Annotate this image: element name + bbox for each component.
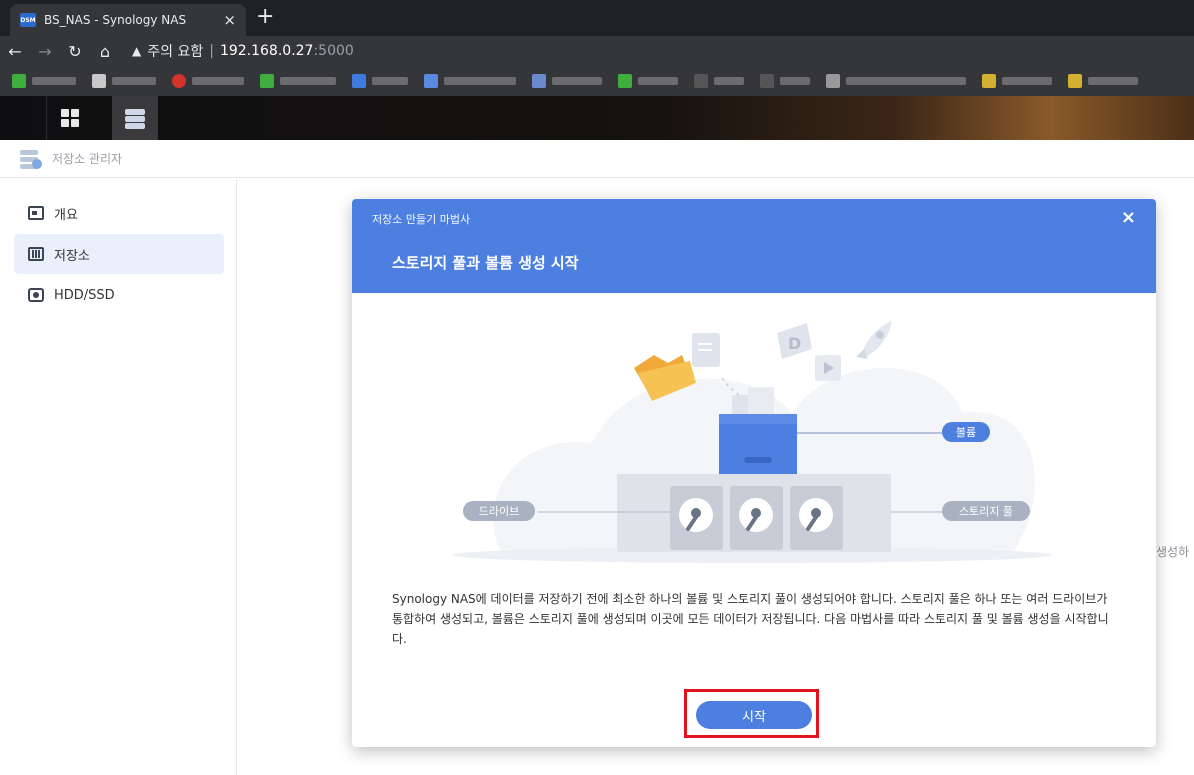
storage-manager-icon <box>18 148 44 170</box>
sidebar-item-label: 개요 <box>54 207 78 223</box>
dsm-taskbar <box>0 96 1194 140</box>
forward-arrow-icon[interactable]: → <box>30 42 60 61</box>
bookmark-item[interactable] <box>1068 74 1138 88</box>
main-menu-button[interactable] <box>46 96 92 140</box>
bookmarks-bar <box>0 66 1194 96</box>
warning-icon[interactable]: ▲ <box>132 44 141 58</box>
bookmark-item[interactable] <box>12 74 76 88</box>
rocket-icon <box>856 321 892 359</box>
url-port[interactable]: :5000 <box>313 43 353 59</box>
tab-close-icon[interactable]: × <box>223 12 236 28</box>
bookmark-item[interactable] <box>982 74 1052 88</box>
storage-icon <box>28 247 44 261</box>
bookmark-item[interactable] <box>260 74 336 88</box>
browser-tab[interactable]: DSM BS_NAS - Synology NAS × <box>10 4 246 36</box>
browser-tab-bar: DSM BS_NAS - Synology NAS × + <box>0 0 1194 36</box>
dsm-favicon-icon: DSM <box>20 13 36 27</box>
url-separator: | <box>209 43 214 59</box>
sidebar-item-label: 저장소 <box>54 248 90 264</box>
step-title: 스토리지 풀과 볼륨 생성 시작 <box>392 254 579 272</box>
security-warning-text[interactable]: 주의 요함 <box>147 41 203 61</box>
overview-icon <box>28 206 44 220</box>
home-icon[interactable]: ⌂ <box>90 42 120 61</box>
hdd-icon <box>28 288 44 302</box>
hdd-icon <box>670 486 723 550</box>
bookmark-item[interactable] <box>352 74 408 88</box>
volume-label: 볼륨 <box>956 426 976 439</box>
address-bar: ← → ↻ ⌂ ▲ 주의 요함 | 192.168.0.27 :5000 <box>0 36 1194 66</box>
wizard-description: Synology NAS에 데이터를 저장하기 전에 최소한 하나의 볼륨 및 … <box>392 592 1109 646</box>
bookmark-item[interactable] <box>694 74 744 88</box>
storage-manager-icon <box>125 107 145 129</box>
start-button[interactable]: 시작 <box>696 701 812 729</box>
bookmark-item[interactable] <box>826 74 966 88</box>
background-partial-text: 생성하 <box>1156 545 1190 559</box>
bookmark-item[interactable] <box>532 74 602 88</box>
bookmark-item[interactable] <box>172 74 244 88</box>
url-field[interactable]: ▲ 주의 요함 | 192.168.0.27 :5000 <box>132 41 354 61</box>
back-arrow-icon[interactable]: ← <box>0 42 30 61</box>
dialog-header: 저장소 만들기 마법사 × 스토리지 풀과 볼륨 생성 시작 <box>352 199 1156 293</box>
bookmark-item[interactable] <box>760 74 810 88</box>
drive-label: 드라이브 <box>479 505 519 518</box>
sidebar-item-overview[interactable]: 개요 <box>14 193 224 233</box>
hdd-icon <box>790 486 843 550</box>
storage-wizard-dialog: 저장소 만들기 마법사 × 스토리지 풀과 볼륨 생성 시작 D 볼륨 드라이브… <box>352 199 1156 747</box>
dialog-title: 저장소 만들기 마법사 <box>372 213 471 226</box>
sidebar-item-label: HDD/SSD <box>54 287 115 303</box>
svg-text:D: D <box>788 334 801 353</box>
tab-title: BS_NAS - Synology NAS <box>44 13 187 27</box>
sidebar: 개요 저장소 HDD/SSD <box>0 179 237 775</box>
close-icon[interactable]: × <box>1121 207 1136 228</box>
bookmark-item[interactable] <box>92 74 156 88</box>
sidebar-item-storage[interactable]: 저장소 <box>14 234 224 274</box>
reload-icon[interactable]: ↻ <box>60 42 90 61</box>
bookmark-item[interactable] <box>424 74 516 88</box>
new-tab-button[interactable]: + <box>256 5 274 29</box>
app-header: 저장소 관리자 <box>0 140 1194 178</box>
storage-manager-taskbar-button[interactable] <box>112 96 158 140</box>
app-title: 저장소 관리자 <box>52 152 123 166</box>
main-menu-icon <box>60 109 79 127</box>
storage-pool-label: 스토리지 풀 <box>959 505 1013 518</box>
hdd-icon <box>730 486 783 550</box>
sidebar-item-hdd-ssd[interactable]: HDD/SSD <box>14 275 224 315</box>
url-host[interactable]: 192.168.0.27 <box>220 43 314 59</box>
storage-illustration: D 볼륨 드라이브 스토리지 풀 <box>452 321 1052 563</box>
bookmark-item[interactable] <box>618 74 678 88</box>
